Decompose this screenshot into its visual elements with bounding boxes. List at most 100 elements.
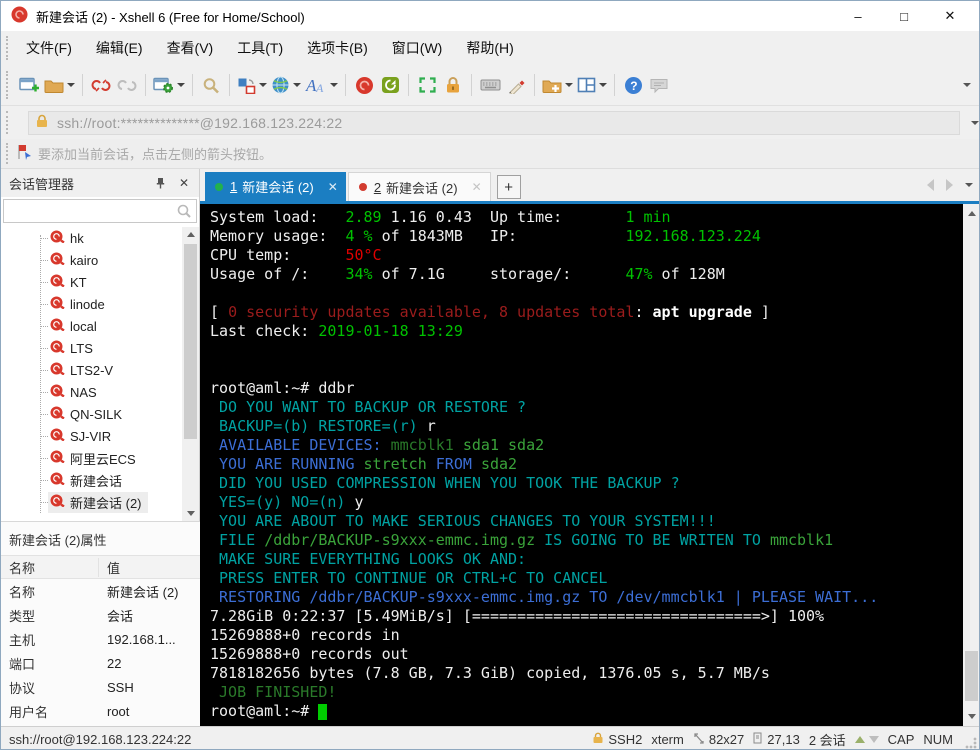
tree-scrollbar-thumb[interactable] <box>184 244 197 439</box>
open-folder-dropdown-icon[interactable] <box>67 83 75 87</box>
session-item[interactable]: 新建会话 (2) <box>1 491 182 513</box>
toolbar-overflow-icon[interactable] <box>963 83 971 87</box>
close-button[interactable]: ✕ <box>927 1 973 31</box>
menu-item-1[interactable]: 编辑(E) <box>86 36 153 60</box>
address-dropdown-icon[interactable] <box>971 120 979 125</box>
session-search-input[interactable] <box>3 199 197 223</box>
session-label: 阿里云ECS <box>70 451 136 467</box>
toolbar: A A? <box>1 65 979 106</box>
font-icon[interactable]: AA <box>303 71 340 99</box>
session-item[interactable]: NAS <box>1 381 182 403</box>
tab-scroll-left-icon[interactable] <box>927 179 934 191</box>
infobar-grip[interactable] <box>6 143 10 164</box>
new-tab-button[interactable]: + <box>496 175 521 199</box>
keyboard-icon[interactable] <box>477 71 503 99</box>
fullscreen-icon[interactable] <box>414 71 440 99</box>
maximize-button[interactable]: □ <box>881 1 927 31</box>
session-item[interactable]: QN-SILK <box>1 403 182 425</box>
session-label: kairo <box>70 252 99 268</box>
tab-scroll-right-icon[interactable] <box>946 179 953 191</box>
reconnect-icon[interactable] <box>114 71 140 99</box>
session-snail-icon <box>50 318 65 334</box>
tree-scrollbar[interactable] <box>182 227 199 521</box>
property-row[interactable]: 名称 新建会话 (2) <box>1 579 200 603</box>
session-item[interactable]: LTS2-V <box>1 359 182 381</box>
menubar-grip[interactable] <box>6 36 10 60</box>
panel-close-icon[interactable]: ✕ <box>175 174 193 192</box>
status-scroll-buttons[interactable] <box>854 735 879 743</box>
terminal-tab-1[interactable]: 1 新建会话 (2) ✕ <box>205 172 346 201</box>
session-item[interactable]: local <box>1 315 182 337</box>
new-folder-icon[interactable] <box>540 71 575 99</box>
message-icon[interactable] <box>646 71 672 99</box>
session-properties-dropdown-icon[interactable] <box>177 83 185 87</box>
new-session-icon[interactable] <box>16 71 42 99</box>
scroll-up-icon[interactable] <box>182 227 199 242</box>
session-snail-icon <box>50 384 65 400</box>
session-item[interactable]: KT <box>1 271 182 293</box>
tree-connector <box>40 457 48 459</box>
minimize-button[interactable]: – <box>835 1 881 31</box>
session-snail-icon <box>50 230 65 246</box>
terminal-scroll-down-icon[interactable] <box>963 709 979 724</box>
menu-item-3[interactable]: 工具(T) <box>227 36 293 60</box>
property-row[interactable]: 端口 22 <box>1 651 200 675</box>
menu-item-5[interactable]: 窗口(W) <box>382 36 453 60</box>
terminal-scrollbar[interactable] <box>963 204 979 726</box>
terminal-scrollbar-thumb[interactable] <box>965 651 978 701</box>
encoding-globe-dropdown-icon[interactable] <box>293 83 301 87</box>
toolbar-grip[interactable] <box>6 71 10 99</box>
menu-item-6[interactable]: 帮助(H) <box>456 36 523 60</box>
scroll-bottom-icon[interactable] <box>868 735 879 743</box>
session-item[interactable]: 阿里云ECS <box>1 447 182 469</box>
terminal-line: RESTORING /ddbr/BACKUP-s9xxx-emmc.img.gz… <box>210 588 879 606</box>
session-item[interactable]: SJ-VIR <box>1 425 182 447</box>
lock-icon[interactable] <box>440 71 466 99</box>
arrange-dropdown-icon[interactable] <box>259 83 267 87</box>
disconnect-icon[interactable] <box>88 71 114 99</box>
menu-item-4[interactable]: 选项卡(B) <box>297 36 378 60</box>
session-properties-icon[interactable] <box>151 71 187 99</box>
properties-title: 新建会话 (2)属性 <box>9 533 107 548</box>
terminal-line: DID YOU USED COMPRESSION WHEN YOU TOOK T… <box>210 474 680 492</box>
open-folder-icon[interactable] <box>42 71 77 99</box>
find-icon[interactable] <box>198 71 224 99</box>
menu-item-0[interactable]: 文件(F) <box>16 36 82 60</box>
session-item[interactable]: 新建会话 <box>1 469 182 491</box>
layout-icon[interactable] <box>575 71 609 99</box>
property-row[interactable]: 协议 SSH <box>1 675 200 699</box>
session-item[interactable]: linode <box>1 293 182 315</box>
property-row[interactable]: 用户名 root <box>1 699 200 723</box>
session-item[interactable]: kairo <box>1 249 182 271</box>
new-folder-dropdown-icon[interactable] <box>565 83 573 87</box>
encoding-globe-icon[interactable] <box>269 71 303 99</box>
address-field[interactable]: ssh://root:**************@192.168.123.22… <box>28 110 979 135</box>
highlight-pen-icon[interactable] <box>503 71 529 99</box>
property-row[interactable]: 类型 会话 <box>1 603 200 627</box>
scroll-top-icon[interactable] <box>854 735 865 743</box>
font-dropdown-icon[interactable] <box>330 83 338 87</box>
status-url: ssh://root@192.168.123.224:22 <box>9 731 192 747</box>
tree-connector <box>40 391 48 393</box>
layout-dropdown-icon[interactable] <box>599 83 607 87</box>
tab-close-icon[interactable]: ✕ <box>328 180 338 194</box>
xftp-icon[interactable] <box>377 71 403 99</box>
help-icon[interactable]: ? <box>620 71 646 99</box>
pin-icon[interactable] <box>151 174 169 192</box>
menu-item-2[interactable]: 查看(V) <box>157 36 224 60</box>
tab-list-dropdown-icon[interactable] <box>965 183 973 187</box>
terminal-screen[interactable]: System load: 2.89 1.16 0.43 Up time: 1 m… <box>200 204 963 726</box>
session-item[interactable]: LTS <box>1 337 182 359</box>
terminal-tab-2[interactable]: 2 新建会话 (2) ✕ <box>347 172 491 201</box>
terminal-line: root@aml:~# ddbr <box>210 379 355 397</box>
tab-close-icon[interactable]: ✕ <box>472 180 482 194</box>
arrange-icon[interactable] <box>235 71 269 99</box>
session-item[interactable]: hk <box>1 227 182 249</box>
resize-grip[interactable] <box>965 737 977 749</box>
terminal-scroll-up-icon[interactable] <box>963 206 979 221</box>
property-row[interactable]: 主机 192.168.1... <box>1 627 200 651</box>
addressbar-grip[interactable] <box>6 110 10 135</box>
xshell-logo-icon[interactable] <box>351 71 377 99</box>
scroll-down-icon[interactable] <box>182 506 199 521</box>
tree-connector <box>40 413 48 415</box>
